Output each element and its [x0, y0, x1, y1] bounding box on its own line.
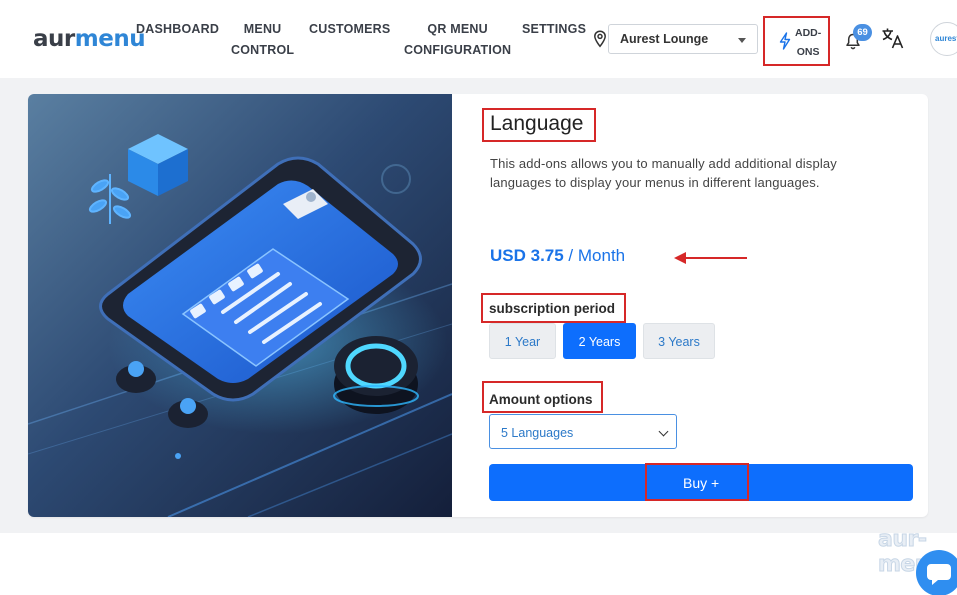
translate-icon[interactable] — [881, 27, 905, 49]
notification-count-badge: 69 — [853, 24, 872, 41]
caret-down-icon — [738, 38, 746, 43]
addon-title: Language — [490, 112, 584, 135]
language-addon-illustration — [28, 94, 452, 517]
top-navbar: aurmenu DASHBOARD MENU CONTROL CUSTOMERS… — [0, 0, 957, 78]
venue-select-value: Aurest Lounge — [620, 32, 709, 46]
buy-button-label: Buy + — [683, 475, 720, 491]
amount-select-value: 5 Languages — [501, 426, 574, 440]
nav-dashboard[interactable]: DASHBOARD — [136, 19, 219, 40]
chat-launcher-button[interactable] — [916, 550, 957, 595]
nav-settings[interactable]: SETTINGS — [522, 19, 586, 40]
addons-button[interactable]: ADD- ONS — [763, 16, 830, 66]
subscription-period-label: subscription period — [489, 301, 616, 316]
period-option-3-years[interactable]: 3 Years — [643, 323, 715, 359]
page: aurmenu DASHBOARD MENU CONTROL CUSTOMERS… — [0, 0, 957, 595]
addon-price: USD 3.75 / Month — [490, 246, 625, 266]
venue-select[interactable]: Aurest Lounge — [608, 24, 758, 54]
price-amount: USD 3.75 — [490, 246, 564, 265]
period-option-1-year[interactable]: 1 Year — [489, 323, 556, 359]
location-pin-icon — [594, 30, 606, 48]
period-option-2-years[interactable]: 2 Years — [563, 323, 636, 359]
nav-qr-menu-configuration[interactable]: QR MENU CONFIGURATION — [404, 19, 511, 61]
addon-description: This add-ons allows you to manually add … — [490, 156, 837, 190]
logo-text-aur: aur — [33, 26, 75, 52]
lightning-icon — [779, 32, 791, 50]
addons-label: ADD- ONS — [795, 27, 822, 58]
aurmenu-logo[interactable]: aurmenu — [33, 26, 146, 52]
chat-bubble-icon — [927, 564, 951, 585]
avatar-text: aurest — [935, 34, 957, 43]
amount-options-label: Amount options — [489, 392, 593, 407]
amount-options-select[interactable]: 5 Languages — [489, 414, 677, 449]
chevron-down-icon — [658, 426, 669, 437]
price-period: / Month — [563, 246, 626, 265]
arrow-left-icon — [674, 252, 747, 264]
user-avatar[interactable]: aurest — [930, 22, 957, 56]
nav-menu-control[interactable]: MENU CONTROL — [231, 19, 294, 61]
nav-customers[interactable]: CUSTOMERS — [309, 19, 390, 40]
logo-text-menu: menu — [74, 26, 146, 52]
